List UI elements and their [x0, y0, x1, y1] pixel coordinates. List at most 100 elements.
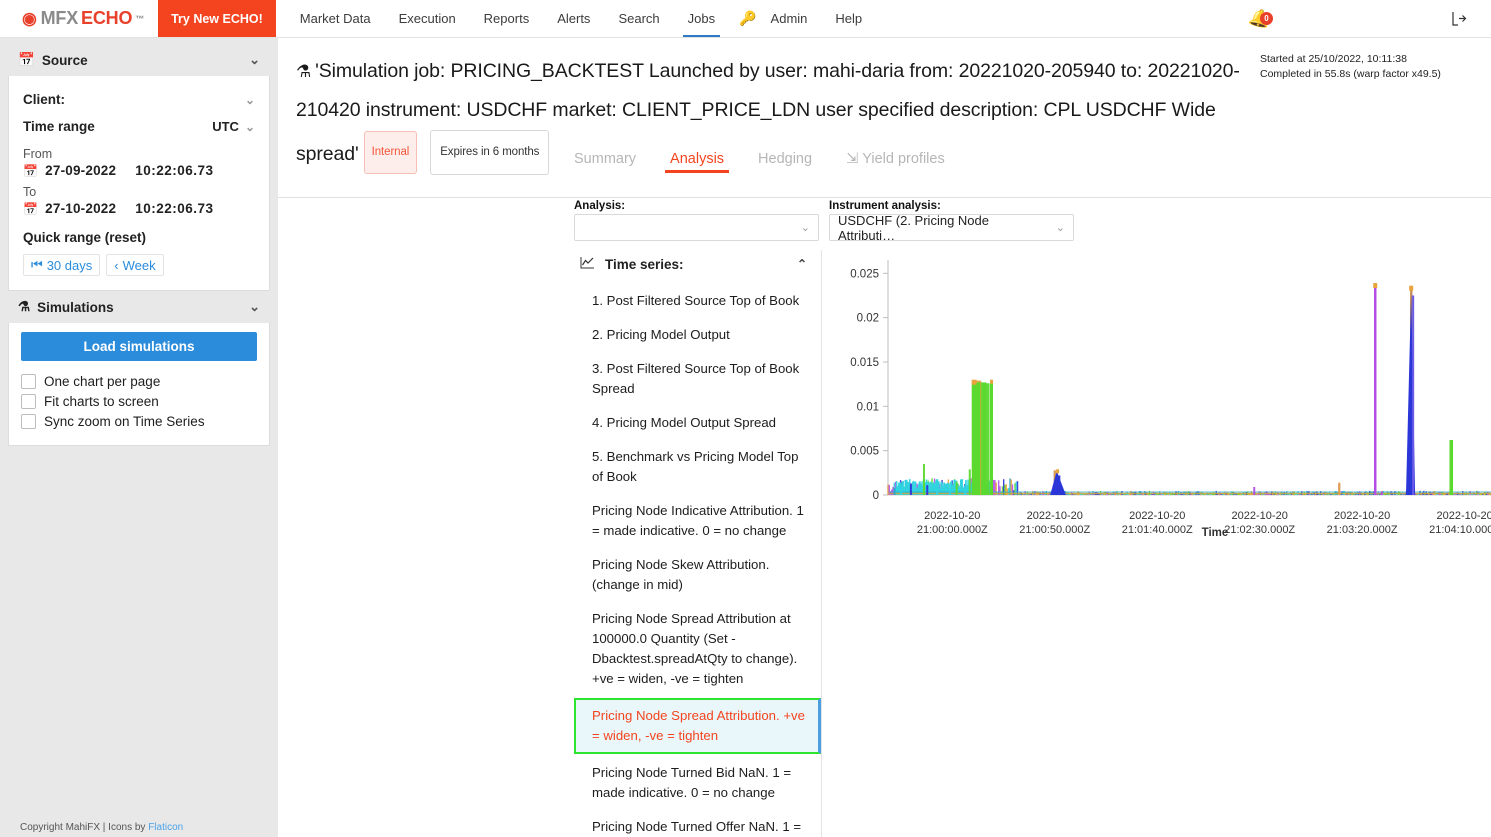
calendar-icon: 📅 [23, 201, 39, 216]
to-date-row[interactable]: 📅 27-10-2022 10:22:06.73 [23, 201, 255, 216]
flaticon-link[interactable]: Flaticon [148, 822, 183, 833]
checkbox-box[interactable] [21, 413, 36, 429]
analysis-select[interactable]: ⌄ [574, 214, 819, 241]
instrument-analysis-select[interactable]: USDCHF (2. Pricing Node Attributi… ⌄ [829, 213, 1074, 243]
tab-analysis[interactable]: Analysis [665, 151, 730, 173]
chart-plot: 0 0.005 0.01 0.015 0.02 0.025 2022-10-20 21:00:… [850, 260, 1491, 539]
flask-icon: ⚗ [296, 62, 312, 81]
logout-icon[interactable] [1450, 10, 1491, 27]
time-series-title: Time series: [605, 256, 684, 272]
export-icon: ⇲ [846, 151, 859, 167]
brand-echo-text: ECHO [81, 8, 133, 28]
svg-text:0.02: 0.02 [857, 313, 879, 325]
checkbox-box[interactable] [21, 393, 36, 409]
time-series-item-2[interactable]: 2. Pricing Model Output [574, 318, 821, 352]
nav-link-admin[interactable]: Admin [757, 0, 822, 37]
load-simulations-button[interactable]: Load simulations [21, 332, 257, 361]
nav-right-group: 🔔 0 [1240, 0, 1491, 37]
rewind-icon: ⏮ [31, 257, 43, 272]
time-series-header[interactable]: Time series: ⌃ [574, 250, 821, 284]
time-series-item-1[interactable]: 1. Post Filtered Source Top of Book [574, 284, 821, 318]
from-date-row[interactable]: 📅 27-09-2022 10:22:06.73 [23, 163, 255, 178]
svg-text:21:03:20.000Z: 21:03:20.000Z [1327, 524, 1398, 536]
time-series-item-indicative-attribution[interactable]: Pricing Node Indicative Attribution. 1 =… [574, 494, 821, 548]
time-range-row[interactable]: Time range UTC ⌄ [23, 113, 255, 140]
svg-text:0.01: 0.01 [857, 401, 879, 413]
calendar-icon: 📅 [18, 52, 35, 67]
notification-badge: 0 [1260, 11, 1273, 25]
chevron-down-icon: ⌄ [244, 119, 255, 134]
quick-range-week-label: Week [122, 257, 156, 273]
tab-bar: Summary Analysis Hedging ⇲ Yield profiles [574, 151, 945, 173]
quick-range-30days-button[interactable]: ⏮ 30 days [23, 254, 101, 276]
sidebar: 📅 Source ⌄ Client: ⌄ Time range UTC ⌄ Fr… [0, 38, 278, 837]
time-series-item-4[interactable]: 4. Pricing Model Output Spread [574, 406, 821, 440]
time-series-item-turned-offer-nan[interactable]: Pricing Node Turned Offer NaN. 1 = made … [574, 810, 821, 837]
nav-link-search[interactable]: Search [604, 0, 673, 37]
header-divider [278, 197, 1491, 198]
source-panel-body: Client: ⌄ Time range UTC ⌄ From 📅 27-09-… [8, 76, 270, 291]
chevron-down-icon: ⌄ [800, 222, 810, 234]
checkbox-box[interactable] [21, 373, 36, 389]
checkbox-fit-charts-to-screen[interactable]: Fit charts to screen [21, 391, 257, 411]
tab-hedging[interactable]: Hedging [758, 151, 812, 173]
nav-link-alerts[interactable]: Alerts [543, 0, 604, 37]
try-new-echo-button[interactable]: Try New ECHO! [158, 0, 276, 37]
client-label: Client: [23, 92, 65, 107]
job-header: ⚗ 'Simulation job: PRICING_BACKTEST Launc… [278, 38, 1491, 175]
quick-range-label: Quick range (reset) [23, 230, 147, 245]
nav-link-jobs[interactable]: Jobs [674, 0, 729, 37]
timezone-value: UTC [212, 119, 239, 134]
svg-text:0: 0 [873, 490, 879, 502]
time-series-item-skew-attribution[interactable]: Pricing Node Skew Attribution. (change i… [574, 548, 821, 602]
nav-links: Market Data Execution Reports Alerts Sea… [286, 0, 876, 37]
job-meta: Started at 25/10/2022, 10:11:38 Complete… [1260, 52, 1475, 81]
quick-range-week-button[interactable]: ‹ Week [106, 254, 164, 276]
job-started-at: Started at 25/10/2022, 10:11:38 [1260, 53, 1407, 65]
svg-text:0.025: 0.025 [850, 268, 879, 280]
status-badge-internal: Internal [363, 131, 418, 174]
time-series-item-turned-bid-nan[interactable]: Pricing Node Turned Bid NaN. 1 = made in… [574, 756, 821, 810]
svg-text:21:02:30.000Z: 21:02:30.000Z [1224, 524, 1295, 536]
chevron-left-icon: ‹ [114, 257, 119, 273]
tab-yield-profiles-label: Yield profiles [862, 151, 945, 167]
svg-text:2022-10-20: 2022-10-20 [1027, 510, 1083, 522]
brand-mfx-text: MFX [40, 8, 79, 28]
svg-text:Time: Time [1202, 527, 1229, 539]
instrument-select-label: Instrument analysis: [829, 200, 941, 212]
notifications-button[interactable]: 🔔 0 [1240, 6, 1280, 30]
to-label: To [23, 185, 37, 199]
nav-link-reports[interactable]: Reports [470, 0, 544, 37]
from-date-value: 27-09-2022 [45, 163, 117, 178]
time-series-item-spread-attribution-at-qty[interactable]: Pricing Node Spread Attribution at 10000… [574, 602, 821, 696]
checkbox-label: One chart per page [44, 373, 161, 389]
svg-text:21:04:10.000Z: 21:04:10.000Z [1429, 524, 1491, 536]
checkbox-one-chart-per-page[interactable]: One chart per page [21, 371, 257, 391]
to-time-value: 10:22:06.73 [135, 201, 214, 216]
checkbox-label: Fit charts to screen [44, 393, 159, 409]
tab-summary[interactable]: Summary [574, 151, 636, 173]
brand-logo[interactable]: ◉ MFX ECHO ™ [0, 0, 158, 37]
time-series-chart[interactable]: 0 0.005 0.01 0.015 0.02 0.025 2022-10-20 21:00:… [830, 250, 1491, 580]
chevron-down-icon: ⌄ [244, 92, 255, 107]
time-series-item-5[interactable]: 5. Benchmark vs Pricing Model Top of Boo… [574, 440, 821, 494]
nav-link-market-data[interactable]: Market Data [286, 0, 385, 37]
sidebar-section-simulations[interactable]: ⚗ Simulations ⌄ [8, 291, 270, 323]
sidebar-section-source[interactable]: 📅 Source ⌄ [8, 44, 270, 76]
flask-icon: ⚗ [18, 299, 31, 314]
nav-link-help[interactable]: Help [821, 0, 876, 37]
nav-link-execution[interactable]: Execution [385, 0, 470, 37]
time-series-item-3[interactable]: 3. Post Filtered Source Top of Book Spre… [574, 352, 821, 406]
time-series-item-spread-attribution[interactable]: Pricing Node Spread Attribution. +ve = w… [574, 698, 821, 754]
client-row[interactable]: Client: ⌄ [23, 86, 255, 113]
chevron-down-icon: ⌄ [249, 52, 260, 67]
simulations-title: Simulations [37, 299, 114, 315]
key-icon: 🔑 [739, 10, 757, 26]
tab-yield-profiles[interactable]: ⇲ Yield profiles [846, 151, 945, 173]
time-series-panel: Time series: ⌃ 1. Post Filtered Source T… [574, 250, 822, 837]
quick-range-buttons: ⏮ 30 days ‹ Week [23, 254, 255, 276]
wave-icon: ◉ [22, 8, 37, 28]
status-badge-expires: Expires in 6 months [430, 130, 550, 175]
checkbox-sync-zoom-on-time-series[interactable]: Sync zoom on Time Series [21, 411, 257, 431]
top-navigation-bar: ◉ MFX ECHO ™ Try New ECHO! Market Data E… [0, 0, 1491, 38]
